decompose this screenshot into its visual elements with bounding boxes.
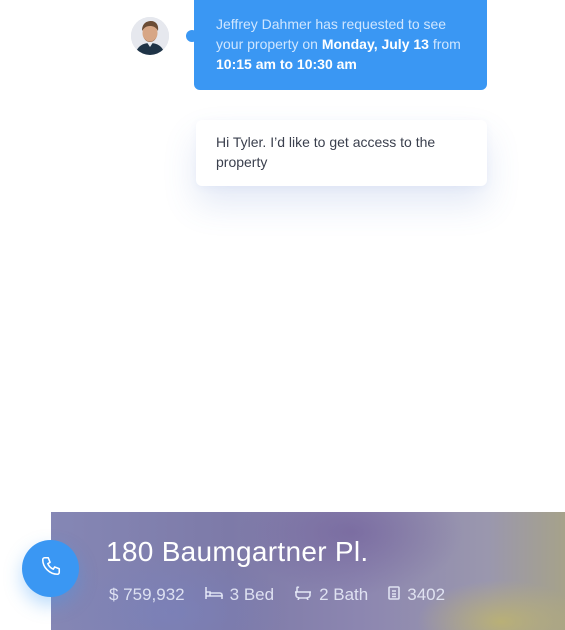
property-beds: 3 Bed bbox=[204, 584, 275, 606]
reply-text: Hi Tyler. I’d like to get access to the … bbox=[216, 134, 436, 170]
document-icon bbox=[388, 584, 407, 606]
property-card[interactable]: 180 Baumgartner Pl. $ 759,932 3 Bed 2 Ba… bbox=[51, 512, 565, 630]
area-value: 3402 bbox=[407, 585, 446, 604]
property-price: $ 759,932 bbox=[109, 584, 185, 606]
bed-icon bbox=[204, 584, 230, 606]
request-date: Monday, July 13 bbox=[321, 36, 429, 52]
baths-value: 2 Bath bbox=[319, 585, 369, 604]
beds-value: 3 Bed bbox=[229, 585, 275, 604]
phone-icon bbox=[40, 555, 62, 582]
bathtub-icon bbox=[294, 584, 319, 606]
request-from: from bbox=[428, 36, 461, 52]
avatar bbox=[131, 17, 169, 55]
request-time: 10:15 am to 10:30 am bbox=[216, 56, 357, 72]
property-title: 180 Baumgartner Pl. bbox=[106, 536, 369, 567]
price-value: $ 759,932 bbox=[109, 585, 185, 604]
property-area: 3402 bbox=[388, 584, 445, 606]
reply-message-bubble: Hi Tyler. I’d like to get access to the … bbox=[196, 120, 487, 186]
property-baths: 2 Bath bbox=[294, 584, 368, 606]
request-message-bubble: Jeffrey Dahmer has requested to see your… bbox=[194, 0, 487, 90]
property-stats: $ 759,932 3 Bed 2 Bath 3402 bbox=[109, 584, 465, 606]
call-button[interactable] bbox=[22, 540, 79, 597]
